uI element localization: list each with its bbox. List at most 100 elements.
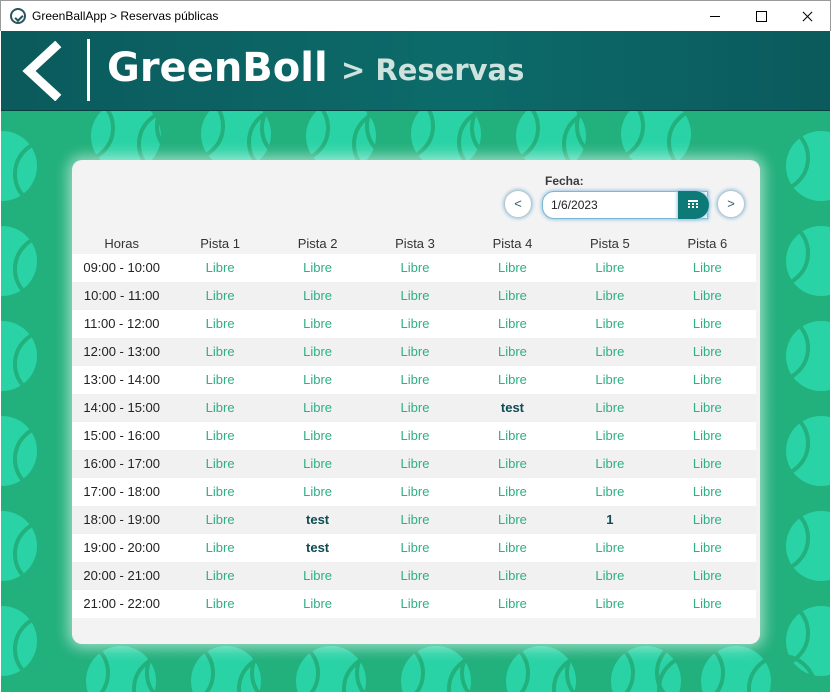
next-day-button[interactable]: >: [717, 190, 745, 218]
free-slot-cell[interactable]: Libre: [659, 534, 756, 562]
free-slot-cell[interactable]: Libre: [366, 366, 463, 394]
column-header-court: Pista 5: [590, 236, 630, 251]
free-slot-cell[interactable]: Libre: [269, 338, 366, 366]
free-slot-cell[interactable]: Libre: [366, 590, 463, 618]
free-slot-cell[interactable]: Libre: [561, 562, 658, 590]
table-row: 16:00 - 17:00 Libre Libre Libre Libre Libre Li…: [72, 450, 756, 478]
free-slot-cell[interactable]: Libre: [561, 310, 658, 338]
booked-slot-cell[interactable]: test: [269, 506, 366, 534]
free-slot-cell[interactable]: Libre: [366, 254, 463, 282]
free-slot-cell[interactable]: Libre: [269, 422, 366, 450]
free-slot-cell[interactable]: Libre: [171, 310, 268, 338]
booked-slot-cell[interactable]: test: [269, 534, 366, 562]
time-slot-label: 10:00 - 11:00: [83, 288, 160, 303]
free-slot-cell[interactable]: Libre: [659, 394, 756, 422]
free-slot-cell[interactable]: Libre: [464, 310, 561, 338]
grid-header: Horas Pista 1 Pista 2 Pista 3 Pista 4 Pi…: [72, 236, 756, 254]
free-slot-cell[interactable]: Libre: [561, 254, 658, 282]
free-slot-cell[interactable]: Libre: [171, 562, 268, 590]
free-slot-cell[interactable]: Libre: [171, 506, 268, 534]
free-slot-cell[interactable]: Libre: [366, 534, 463, 562]
close-window-button[interactable]: [784, 1, 830, 31]
free-slot-cell[interactable]: Libre: [366, 310, 463, 338]
tennis-ball-icon: [740, 313, 830, 391]
page-title: > Reservas: [341, 53, 525, 87]
free-slot-cell[interactable]: Libre: [659, 282, 756, 310]
free-slot-cell[interactable]: Libre: [464, 450, 561, 478]
time-slot-label: 15:00 - 16:00: [83, 428, 161, 443]
free-slot-cell[interactable]: Libre: [269, 366, 366, 394]
free-slot-cell[interactable]: Libre: [659, 506, 756, 534]
grid-rows: 09:00 - 10:00 Libre Libre Libre Libre Libre Li…: [72, 254, 760, 618]
free-slot-cell[interactable]: Libre: [171, 254, 268, 282]
free-slot-cell[interactable]: Libre: [171, 422, 268, 450]
free-slot-cell[interactable]: Libre: [659, 422, 756, 450]
free-slot-cell[interactable]: Libre: [464, 478, 561, 506]
back-button[interactable]: [21, 40, 65, 102]
free-slot-cell[interactable]: Libre: [561, 534, 658, 562]
table-row: 17:00 - 18:00 Libre Libre Libre Libre Libre Li…: [72, 478, 756, 506]
time-slot-label: 21:00 - 22:00: [83, 596, 161, 611]
date-picker-button[interactable]: [678, 191, 709, 219]
free-slot-cell[interactable]: Libre: [659, 478, 756, 506]
free-slot-cell[interactable]: Libre: [171, 394, 268, 422]
free-slot-cell[interactable]: Libre: [659, 338, 756, 366]
free-slot-cell[interactable]: Libre: [464, 254, 561, 282]
free-slot-cell[interactable]: Libre: [464, 562, 561, 590]
free-slot-cell[interactable]: Libre: [171, 450, 268, 478]
free-slot-cell[interactable]: Libre: [269, 562, 366, 590]
free-slot-cell[interactable]: Libre: [269, 282, 366, 310]
free-slot-cell[interactable]: Libre: [659, 254, 756, 282]
free-slot-cell[interactable]: Libre: [659, 562, 756, 590]
free-slot-cell[interactable]: Libre: [659, 310, 756, 338]
free-slot-cell[interactable]: Libre: [171, 534, 268, 562]
free-slot-cell[interactable]: Libre: [269, 450, 366, 478]
free-slot-cell[interactable]: Libre: [561, 366, 658, 394]
free-slot-cell[interactable]: Libre: [464, 282, 561, 310]
free-slot-cell[interactable]: Libre: [464, 422, 561, 450]
free-slot-cell[interactable]: Libre: [269, 394, 366, 422]
free-slot-cell[interactable]: Libre: [659, 590, 756, 618]
free-slot-cell[interactable]: Libre: [659, 450, 756, 478]
free-slot-cell[interactable]: Libre: [464, 590, 561, 618]
free-slot-cell[interactable]: Libre: [171, 590, 268, 618]
free-slot-cell[interactable]: Libre: [464, 366, 561, 394]
free-slot-cell[interactable]: Libre: [561, 394, 658, 422]
free-slot-cell[interactable]: Libre: [561, 282, 658, 310]
free-slot-cell[interactable]: Libre: [561, 338, 658, 366]
free-slot-cell[interactable]: Libre: [366, 282, 463, 310]
previous-day-button[interactable]: <: [504, 190, 532, 218]
free-slot-cell[interactable]: Libre: [561, 450, 658, 478]
free-slot-cell[interactable]: Libre: [269, 310, 366, 338]
free-slot-cell[interactable]: Libre: [659, 366, 756, 394]
tennis-ball-icon: [1, 226, 83, 304]
free-slot-cell[interactable]: Libre: [269, 478, 366, 506]
table-row: 10:00 - 11:00 Libre Libre Libre Libre Libre Li…: [72, 282, 756, 310]
free-slot-cell[interactable]: Libre: [366, 338, 463, 366]
free-slot-cell[interactable]: Libre: [366, 562, 463, 590]
free-slot-cell[interactable]: Libre: [171, 282, 268, 310]
reservations-card: Fecha: < 1/6/2023 > Horas Pista 1 Pista …: [72, 160, 760, 644]
maximize-button[interactable]: [738, 1, 784, 31]
free-slot-cell[interactable]: Libre: [464, 338, 561, 366]
free-slot-cell[interactable]: Libre: [366, 394, 463, 422]
booked-slot-cell[interactable]: test: [464, 394, 561, 422]
free-slot-cell[interactable]: Libre: [171, 338, 268, 366]
free-slot-cell[interactable]: Libre: [366, 422, 463, 450]
free-slot-cell[interactable]: Libre: [366, 450, 463, 478]
free-slot-cell[interactable]: Libre: [171, 478, 268, 506]
free-slot-cell[interactable]: Libre: [464, 534, 561, 562]
free-slot-cell[interactable]: Libre: [561, 422, 658, 450]
free-slot-cell[interactable]: Libre: [366, 506, 463, 534]
free-slot-cell[interactable]: Libre: [269, 590, 366, 618]
tennis-ball-icon: [740, 218, 830, 296]
booked-slot-cell[interactable]: 1: [561, 506, 658, 534]
free-slot-cell[interactable]: Libre: [366, 478, 463, 506]
free-slot-cell[interactable]: Libre: [464, 506, 561, 534]
free-slot-cell[interactable]: Libre: [269, 254, 366, 282]
free-slot-cell[interactable]: Libre: [561, 590, 658, 618]
free-slot-cell[interactable]: Libre: [561, 478, 658, 506]
minimize-button[interactable]: [692, 1, 738, 31]
free-slot-cell[interactable]: Libre: [171, 366, 268, 394]
chevron-left-icon: [22, 40, 62, 102]
